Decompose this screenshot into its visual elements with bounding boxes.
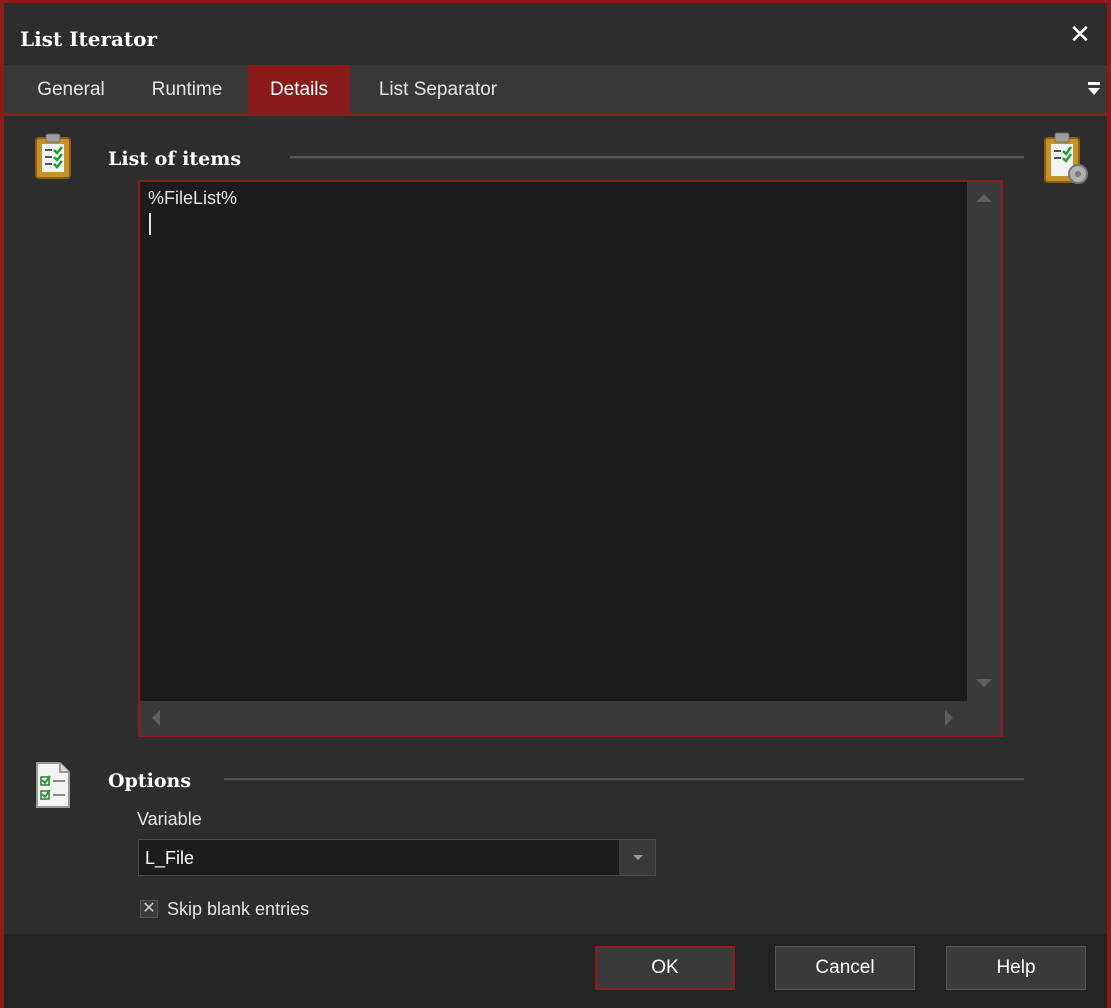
ok-button[interactable]: OK <box>595 946 735 990</box>
dropdown-button[interactable] <box>619 840 655 875</box>
vertical-scrollbar[interactable] <box>967 182 1001 701</box>
list-of-items-heading: List of items <box>108 148 242 170</box>
scroll-down-icon[interactable] <box>976 679 992 687</box>
options-heading: Options <box>108 770 192 792</box>
clipboard-checklist-icon <box>35 133 71 179</box>
dialog-window: List Iterator ✕ General Runtime Details … <box>0 0 1111 1008</box>
help-button[interactable]: Help <box>946 946 1086 990</box>
skip-blank-checkbox[interactable]: ✕ <box>140 900 158 918</box>
options-checklist-icon <box>36 762 70 808</box>
horizontal-scrollbar[interactable] <box>140 701 967 735</box>
list-items-text[interactable]: %FileList% <box>148 188 237 209</box>
tab-runtime[interactable]: Runtime <box>132 65 242 113</box>
tab-bar: General Runtime Details List Separator <box>4 65 1107 116</box>
scroll-up-icon[interactable] <box>976 194 992 202</box>
tab-overflow-menu-icon[interactable] <box>1087 79 1101 99</box>
tab-list-separator[interactable]: List Separator <box>358 65 518 113</box>
variable-value: L_File <box>145 848 195 868</box>
variable-select[interactable]: L_File <box>138 839 656 876</box>
text-caret <box>149 213 151 235</box>
button-bar: OK Cancel Help <box>4 934 1107 1008</box>
variable-label: Variable <box>137 809 202 829</box>
details-panel: List of items %FileList% Options Variabl… <box>4 116 1107 934</box>
tab-general[interactable]: General <box>18 65 124 113</box>
section-divider <box>290 156 1024 159</box>
tab-details[interactable]: Details <box>248 65 350 113</box>
close-icon[interactable]: ✕ <box>1067 21 1093 47</box>
scrollbar-corner <box>967 701 1001 735</box>
scroll-left-icon[interactable] <box>152 710 160 726</box>
section-divider <box>224 778 1024 781</box>
title-bar: List Iterator ✕ <box>4 3 1107 65</box>
dialog-title: List Iterator <box>20 27 158 51</box>
cancel-button[interactable]: Cancel <box>775 946 915 990</box>
chevron-down-icon <box>633 855 643 860</box>
clipboard-settings-icon[interactable] <box>1042 130 1090 190</box>
list-items-editor[interactable]: %FileList% <box>138 180 1003 737</box>
skip-blank-label[interactable]: Skip blank entries <box>167 899 309 920</box>
scroll-right-icon[interactable] <box>945 710 953 726</box>
